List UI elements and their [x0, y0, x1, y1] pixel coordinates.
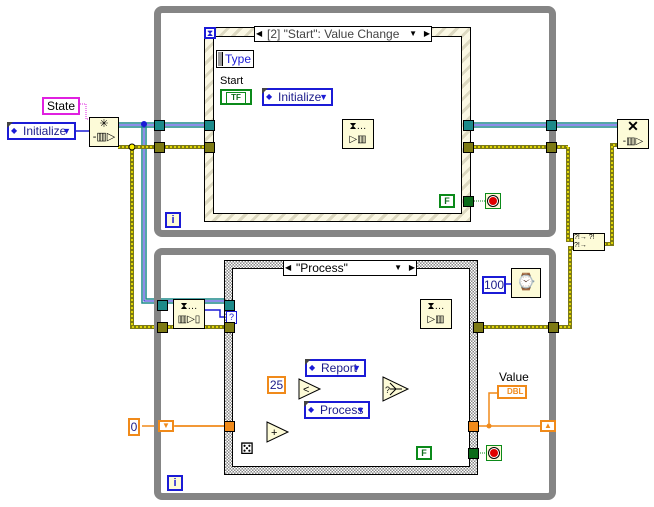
- stop-terminal-bottom[interactable]: [486, 445, 502, 461]
- error-tunnel: [157, 322, 168, 333]
- shift-register-right: ▲: [540, 420, 556, 432]
- stopwatch-icon: ⌚: [516, 274, 536, 291]
- queue-tunnel: [157, 300, 168, 311]
- event-case-selector[interactable]: ◀ [2] "Start": Value Change ▼ ▶: [254, 26, 432, 42]
- queue-junction: [141, 121, 147, 127]
- queue-tunnel: [224, 300, 235, 311]
- event-state-enum[interactable]: ◆ Initialize ▼: [262, 88, 333, 106]
- value-indicator-label: Value: [499, 370, 529, 384]
- enqueue-icon: ⧗… ▷▥: [427, 301, 445, 325]
- stop-tunnel-bottom: [468, 448, 479, 459]
- error-tunnel: [204, 142, 215, 153]
- stop-tunnel-top: [463, 196, 474, 207]
- queue-tunnel: [463, 120, 474, 131]
- less-than-node[interactable]: <: [298, 378, 322, 400]
- event-data-node[interactable]: Type: [216, 50, 254, 68]
- process-enum[interactable]: ◆ Process ▼: [304, 401, 370, 419]
- error-tunnel: [548, 322, 559, 333]
- stop-terminal-top[interactable]: [485, 193, 501, 209]
- dequeue-element-node[interactable]: ⧗… ▥▷▯: [173, 299, 205, 329]
- release-queue-node[interactable]: ✕ -▥▷: [617, 119, 649, 149]
- init-state-enum[interactable]: ◆ Initialize ▼: [7, 122, 76, 140]
- enum-value: Initialize: [23, 124, 67, 138]
- random-number-node[interactable]: ⚄: [237, 440, 257, 460]
- queue-tunnel: [154, 120, 165, 131]
- shift-register-left: ▼: [158, 420, 174, 432]
- producer-iteration-terminal: i: [165, 212, 181, 228]
- event-data-type: Type: [225, 52, 252, 66]
- compare-constant[interactable]: 25: [267, 376, 286, 394]
- numeric-tunnel: [468, 421, 479, 432]
- merge-errors-node[interactable]: ?!→ ?! ?!→: [573, 233, 605, 251]
- queue-tunnel: [546, 120, 557, 131]
- error-tunnel: [224, 322, 235, 333]
- report-enum[interactable]: ◆ Report ▼: [305, 359, 366, 377]
- numeric-tunnel: [224, 421, 235, 432]
- consumer-iteration-terminal: i: [167, 475, 183, 491]
- indicator-type: DBL: [507, 387, 524, 396]
- false-constant-top[interactable]: F: [439, 194, 455, 208]
- enqueue-element-node[interactable]: ⧗… ▷▥: [342, 119, 374, 149]
- release-queue-icon: ✕: [627, 118, 639, 134]
- wait-ms-node[interactable]: ⌚: [511, 268, 541, 298]
- event-timeout-icon: ⧗: [204, 27, 216, 39]
- select-node[interactable]: ?: [382, 376, 410, 402]
- select-icon: ?: [385, 385, 390, 395]
- wait-ms-constant[interactable]: 100: [482, 276, 506, 294]
- add-node[interactable]: +: [266, 421, 290, 443]
- false-constant-bottom[interactable]: F: [416, 446, 432, 460]
- enqueue-icon: ⧗… ▷▥: [349, 121, 367, 145]
- merge-errors-icon: ?!→ ?! ?!→: [574, 234, 595, 249]
- case-selector[interactable]: ◀ "Process" ▼ ▶: [283, 260, 417, 276]
- obtain-queue-icon: ✳ -▥▷: [92, 118, 116, 143]
- dice-icon: ⚄: [240, 441, 254, 458]
- obtain-queue-node[interactable]: ✳ -▥▷: [89, 117, 119, 147]
- error-tunnel: [154, 142, 165, 153]
- error-tunnel: [463, 142, 474, 153]
- error-tunnel: [546, 142, 557, 153]
- case-label: "Process": [296, 261, 348, 275]
- shift-init-constant[interactable]: 0: [128, 418, 140, 436]
- less-than-icon: <: [303, 384, 309, 396]
- add-icon: +: [271, 427, 277, 439]
- start-control-terminal[interactable]: TF: [220, 89, 252, 105]
- dequeue-icon: ⧗… ▥▷▯: [177, 301, 201, 325]
- error-tunnel: [473, 322, 484, 333]
- enqueue-element-node-2[interactable]: ⧗… ▷▥: [420, 299, 452, 329]
- enum-value: Initialize: [278, 90, 322, 104]
- state-type-label: State: [42, 97, 81, 115]
- value-indicator[interactable]: DBL: [497, 385, 527, 399]
- error-junction: [128, 143, 136, 151]
- boolean-glyph: TF: [226, 92, 246, 104]
- event-case-label: [2] "Start": Value Change: [267, 27, 400, 41]
- queue-tunnel: [204, 120, 215, 131]
- start-control-label: Start: [220, 75, 244, 87]
